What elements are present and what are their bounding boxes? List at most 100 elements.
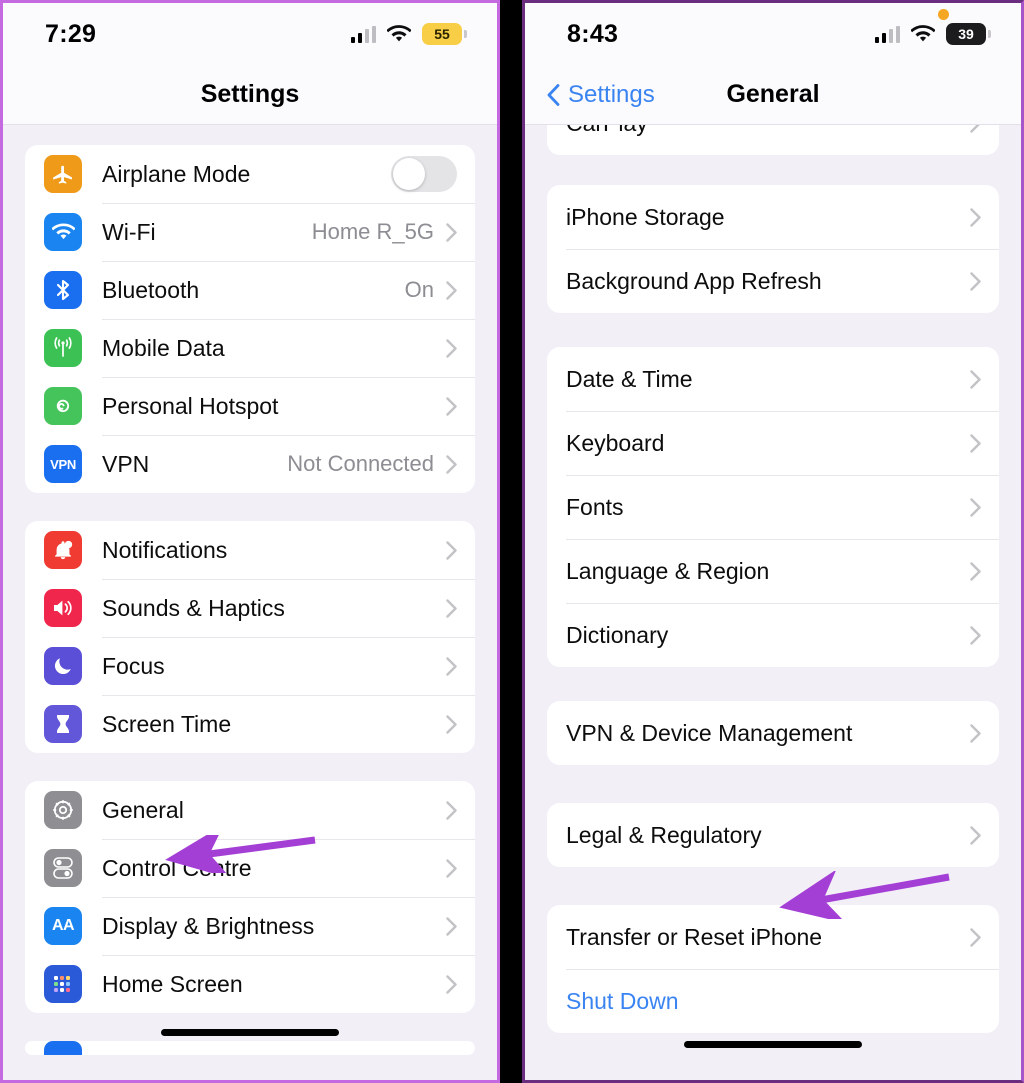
chevron-right-icon [446,540,457,560]
back-button[interactable]: Settings [547,81,655,109]
wifi-icon [911,25,935,43]
row-personal-hotspot[interactable]: Personal Hotspot [25,377,475,435]
row-fonts[interactable]: Fonts [547,475,999,539]
row-language-region[interactable]: Language & Region [547,539,999,603]
row-carplay[interactable]: CarPlay [547,125,999,155]
row-label: CarPlay [566,125,648,137]
chevron-right-icon [446,858,457,878]
gear-icon [44,791,82,829]
chevron-right-icon [970,625,981,645]
screenshot-stage: 7:29 55 Settings Airplane Mode Wi-Fi Hom… [0,0,1024,1083]
row-screen-time[interactable]: Screen Time [25,695,475,753]
chevron-right-icon [970,825,981,845]
battery-level: 55 [422,23,462,45]
chevron-right-icon [970,433,981,453]
bell-icon [44,531,82,569]
bluetooth-icon [44,271,82,309]
row-label: Keyboard [566,429,665,456]
settings-group-legal: Legal & Regulatory [547,803,999,867]
row-transfer-or-reset-iphone[interactable]: Transfer or Reset iPhone [547,905,999,969]
left-settings-list[interactable]: Airplane Mode Wi-Fi Home R_5G Bluetooth … [3,125,497,1080]
right-screen: 8:43 39 Settings General iPhone Storage … [525,3,1021,1080]
row-home-screen[interactable]: Home Screen [25,955,475,1013]
row-bluetooth[interactable]: Bluetooth On [25,261,475,319]
cellular-icon [44,329,82,367]
row-label: Screen Time [102,710,232,737]
cellular-signal-icon [350,25,376,43]
row-iphone-storage[interactable]: iPhone Storage [547,185,999,249]
settings-group-alerts: Notifications Sounds & Haptics Focus Scr… [25,521,475,753]
chevron-right-icon [970,369,981,389]
chevron-right-icon [446,916,457,936]
row-dictionary[interactable]: Dictionary [547,603,999,667]
airplane-mode-toggle[interactable] [391,156,457,192]
chevron-right-icon [970,125,980,133]
chevron-right-icon [446,800,457,820]
chevron-right-icon [446,338,457,358]
left-screen: 7:29 55 Settings Airplane Mode Wi-Fi Hom… [3,3,497,1080]
page-title: General [726,80,820,108]
row-shut-down[interactable]: Shut Down [547,969,999,1033]
row-vpn[interactable]: VPN VPN Not Connected [25,435,475,493]
row-keyboard[interactable]: Keyboard [547,411,999,475]
toggle-knob [393,158,425,190]
settings-group-system: General Control Centre AA Display & Brig… [25,781,475,1013]
row-sounds-haptics[interactable]: Sounds & Haptics [25,579,475,637]
wifi-icon [387,25,411,43]
right-nav-bar: Settings General [525,65,1021,125]
right-settings-list[interactable]: CarPlay iPhone Storage Background App Re… [525,125,1021,1080]
row-control-centre[interactable]: Control Centre [25,839,475,897]
row-label: Transfer or Reset iPhone [566,923,823,950]
chevron-right-icon [446,454,457,474]
row-value: On [404,277,434,302]
speaker-icon [44,589,82,627]
row-label: Legal & Regulatory [566,821,762,848]
chevron-right-icon [446,714,457,734]
row-label: Dictionary [566,621,669,648]
settings-group-next-partial [25,1041,475,1055]
battery-icon: 39 [946,23,991,45]
status-indicators: 55 [350,23,467,45]
row-date-time[interactable]: Date & Time [547,347,999,411]
row-label: Mobile Data [102,334,225,361]
settings-group-carplay: CarPlay [547,125,999,155]
chevron-right-icon [446,222,457,242]
home-indicator [161,1029,339,1036]
shut-down-label: Shut Down [566,987,679,1014]
chevron-right-icon [446,656,457,676]
row-label: Control Centre [102,854,252,881]
hotspot-icon [44,387,82,425]
row-notifications[interactable]: Notifications [25,521,475,579]
row-partial[interactable] [25,1041,475,1055]
row-wifi[interactable]: Wi-Fi Home R_5G [25,203,475,261]
settings-group-locale: Date & Time Keyboard Fonts Language & Re… [547,347,999,667]
row-focus[interactable]: Focus [25,637,475,695]
row-label: Sounds & Haptics [102,594,285,621]
page-title: Settings [200,80,300,108]
row-display-brightness[interactable]: AA Display & Brightness [25,897,475,955]
wifi-icon [44,213,82,251]
row-general[interactable]: General [25,781,475,839]
settings-group-storage: iPhone Storage Background App Refresh [547,185,999,313]
row-label: Display & Brightness [102,912,315,939]
chevron-right-icon [970,497,981,517]
row-mobile-data[interactable]: Mobile Data [25,319,475,377]
row-vpn-device-management[interactable]: VPN & Device Management [547,701,999,765]
chevron-left-icon [547,83,560,106]
row-label: Language & Region [566,557,770,584]
chevron-right-icon [446,280,457,300]
status-time: 8:43 [567,19,619,48]
vpn-icon: VPN [44,445,82,483]
row-label: Focus [102,652,165,679]
row-label: Wi-Fi [102,218,156,245]
row-airplane-mode[interactable]: Airplane Mode [25,145,475,203]
row-value: Home R_5G [311,219,434,244]
row-legal-regulatory[interactable]: Legal & Regulatory [547,803,999,867]
row-background-app-refresh[interactable]: Background App Refresh [547,249,999,313]
chevron-right-icon [446,396,457,416]
orange-privacy-indicator-icon [938,9,949,20]
row-label: Background App Refresh [566,267,822,294]
control-centre-icon [44,849,82,887]
settings-group-reset: Transfer or Reset iPhone Shut Down [547,905,999,1033]
chevron-right-icon [446,598,457,618]
